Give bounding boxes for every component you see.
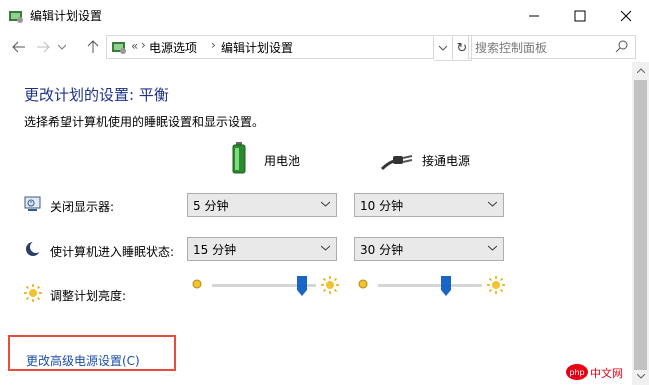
ac-brightness-slider[interactable]	[378, 274, 482, 304]
display-ac-select[interactable]: 10 分钟	[354, 193, 504, 217]
display-ac-value: 10 分钟	[360, 199, 404, 213]
window-title: 编辑计划设置	[30, 9, 103, 23]
back-button[interactable]	[10, 37, 28, 57]
maximize-icon	[574, 10, 586, 22]
control-panel-icon	[8, 8, 24, 24]
display-battery-select[interactable]: 5 分钟	[187, 193, 337, 217]
ac-column-header: 接通电源	[422, 154, 471, 168]
search-input[interactable]: 搜索控制面板	[475, 39, 547, 56]
sleep-ac-value: 30 分钟	[360, 243, 404, 257]
page-description: 选择希望计算机使用的睡眠设置和显示设置。	[24, 115, 265, 129]
maximize-button[interactable]	[557, 0, 603, 32]
breadcrumb-item[interactable]: 编辑计划设置	[221, 39, 293, 56]
chevron-up-icon	[636, 68, 645, 73]
battery-brightness-slider[interactable]	[212, 274, 316, 304]
scrollbar-thumb[interactable]	[634, 80, 647, 370]
dim-sun-icon	[357, 278, 369, 293]
arrow-up-icon	[87, 40, 99, 53]
display-icon	[24, 195, 42, 213]
power-plug-icon	[380, 151, 414, 174]
forward-button[interactable]	[34, 37, 52, 57]
brightness-label: 调整计划亮度:	[50, 289, 127, 303]
chevron-down-icon	[321, 245, 330, 251]
sleep-ac-select[interactable]: 30 分钟	[354, 237, 504, 261]
svg-text:中文网: 中文网	[590, 366, 623, 380]
close-button[interactable]	[603, 0, 649, 32]
turn-off-display-label: 关闭显示器:	[50, 200, 115, 214]
chevron-down-icon	[488, 245, 497, 251]
bright-sun-icon	[321, 276, 339, 297]
battery-column-header: 用电池	[264, 154, 301, 168]
chevron-down-icon	[58, 44, 66, 50]
search-box[interactable]: 搜索控制面板	[468, 35, 636, 59]
sleep-battery-select[interactable]: 15 分钟	[187, 237, 337, 261]
breadcrumb-separator-icon: ›	[141, 38, 146, 52]
close-icon	[620, 10, 632, 22]
dim-sun-icon	[191, 278, 203, 293]
recent-locations-button[interactable]	[56, 37, 68, 57]
sleep-battery-value: 15 分钟	[193, 243, 237, 257]
watermark-logo: php 中文网	[565, 362, 645, 382]
slider-track	[378, 284, 482, 287]
chevron-down-icon	[439, 45, 447, 51]
chevron-down-icon	[488, 201, 497, 207]
vertical-scrollbar[interactable]	[632, 62, 649, 385]
svg-text:php: php	[569, 368, 584, 377]
bright-sun-icon	[487, 276, 505, 297]
sleep-label: 使计算机进入睡眠状态:	[50, 245, 175, 259]
breadcrumb-separator-icon[interactable]: ›	[211, 38, 216, 52]
control-panel-icon	[111, 39, 127, 55]
moon-icon	[24, 240, 42, 258]
up-button[interactable]	[84, 37, 102, 57]
address-dropdown-button[interactable]	[434, 35, 453, 61]
battery-icon	[232, 142, 246, 177]
chevron-down-icon	[321, 201, 330, 207]
minimize-icon	[529, 15, 539, 17]
overflow-chevron[interactable]: «	[131, 39, 138, 53]
scroll-up-button[interactable]	[632, 62, 649, 79]
sun-icon	[24, 284, 42, 302]
search-icon	[615, 39, 629, 53]
refresh-icon: ↻	[456, 40, 468, 56]
arrow-left-icon	[12, 41, 25, 53]
arrow-right-icon	[37, 41, 50, 53]
minimize-button[interactable]	[511, 0, 557, 32]
display-battery-value: 5 分钟	[193, 199, 229, 213]
address-bar[interactable]: « › 电源选项 › 编辑计划设置	[106, 35, 434, 59]
slider-thumb[interactable]	[441, 276, 451, 296]
breadcrumb-item[interactable]: 电源选项	[149, 39, 197, 56]
slider-thumb[interactable]	[297, 276, 307, 296]
page-title: 更改计划的设置: 平衡	[24, 86, 169, 104]
advanced-power-settings-link[interactable]: 更改高级电源设置(C)	[26, 352, 140, 369]
